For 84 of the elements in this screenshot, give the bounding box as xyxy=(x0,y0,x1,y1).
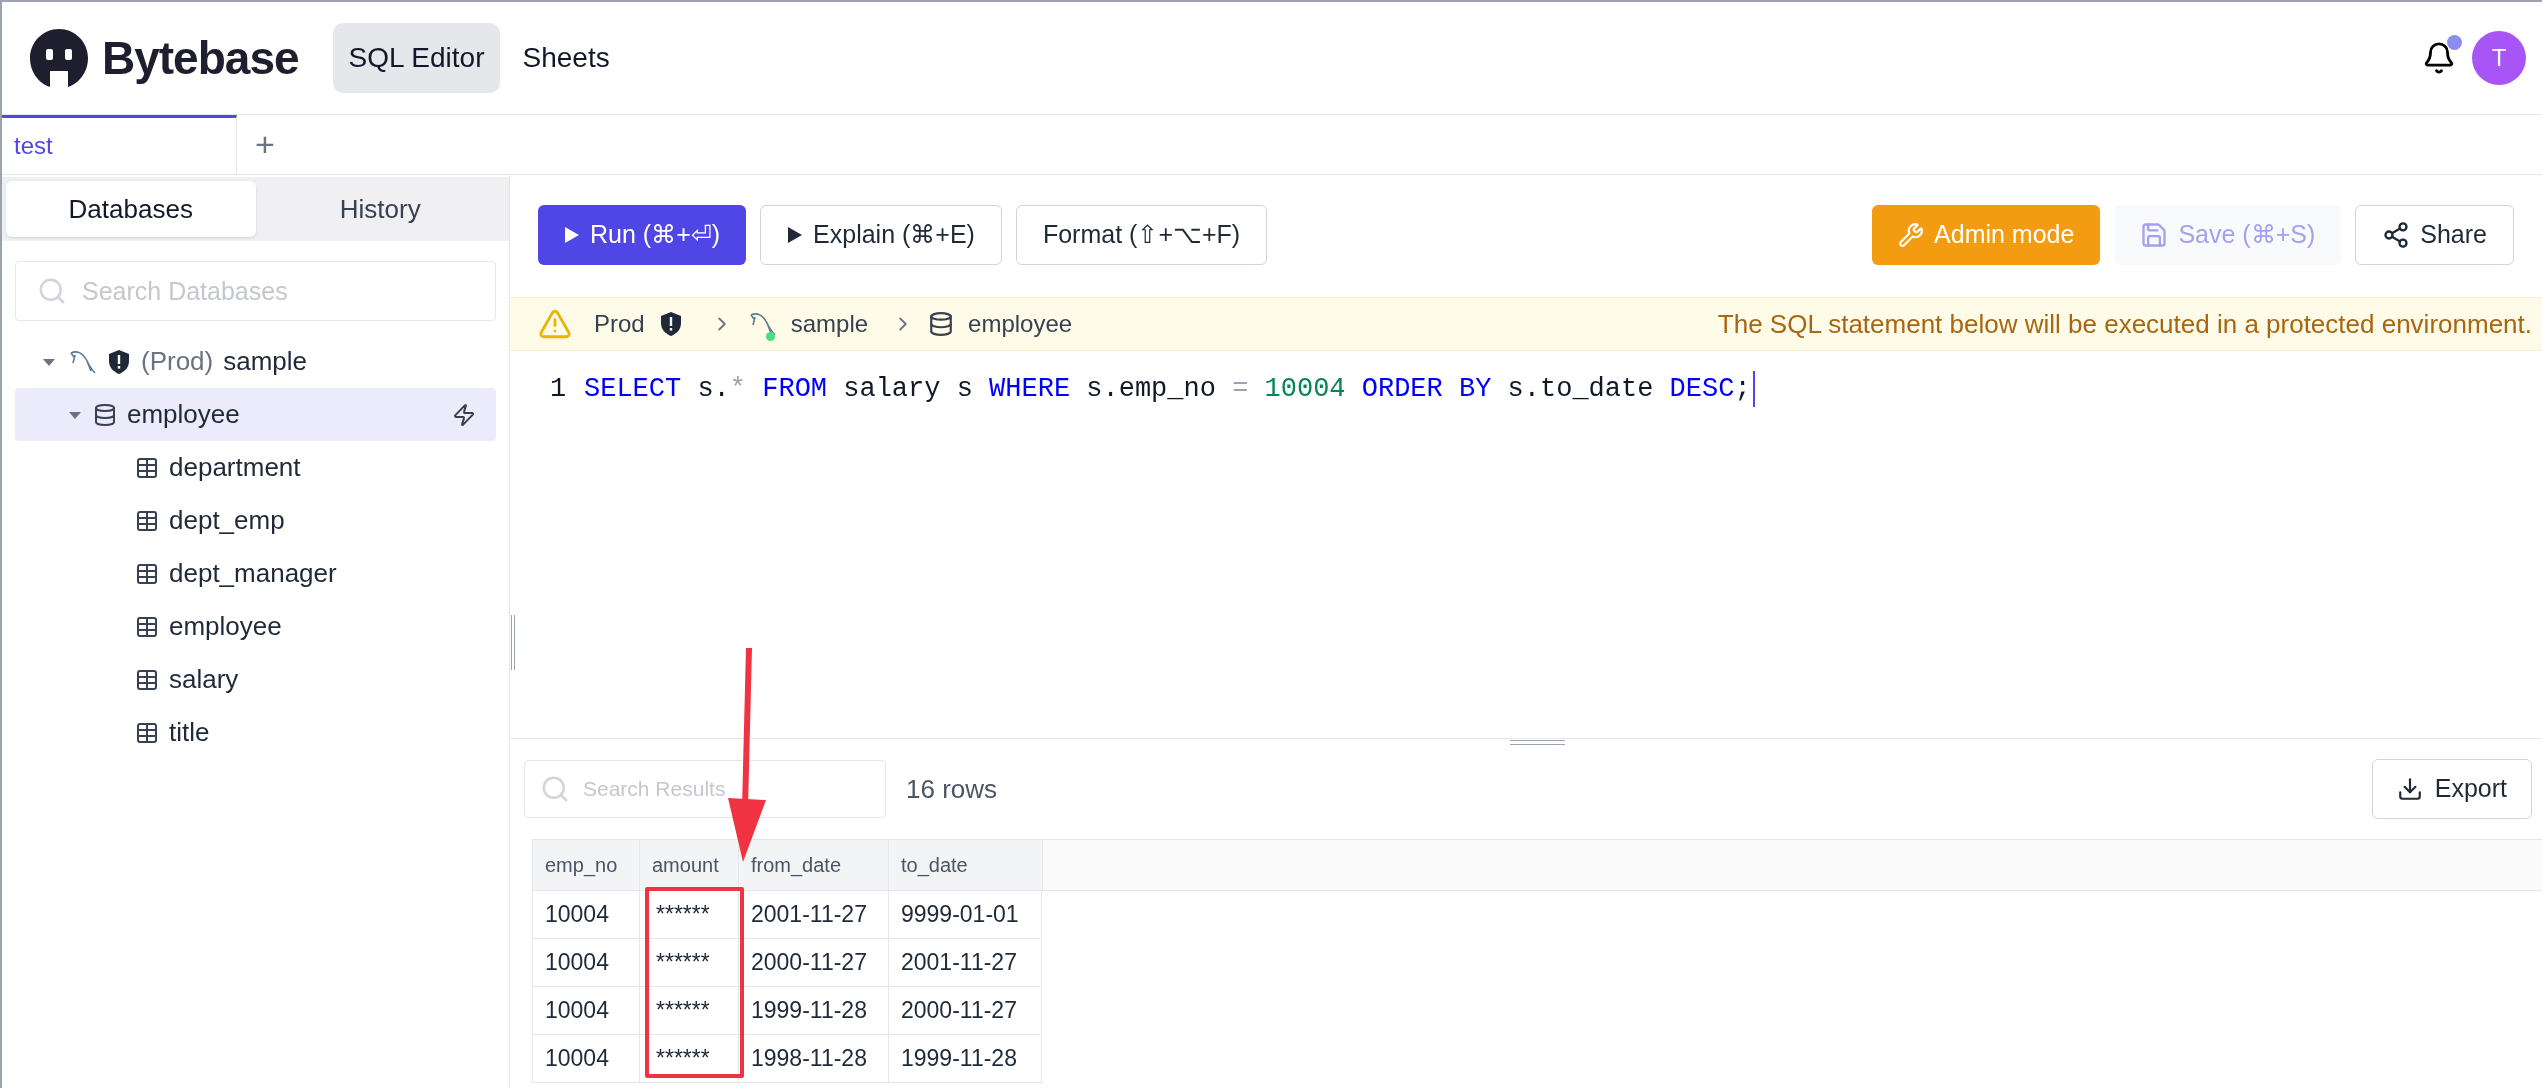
database-icon xyxy=(928,311,955,337)
table-cell: 1998-11-28 xyxy=(738,1035,888,1083)
resize-handle[interactable] xyxy=(511,615,515,670)
tree-label: dept_manager xyxy=(169,557,338,590)
run-button[interactable]: Run (⌘+⏎) xyxy=(538,205,747,265)
user-avatar[interactable]: T xyxy=(2472,31,2526,85)
table-cell: ****** xyxy=(639,1035,738,1083)
search-field[interactable]: Search Databases xyxy=(15,261,496,321)
play-icon xyxy=(564,226,580,244)
table-cell: 2000-11-27 xyxy=(888,987,1042,1035)
export-button[interactable]: Export xyxy=(2371,759,2532,819)
tree-label: salary xyxy=(169,663,240,696)
shield-icon xyxy=(107,348,131,375)
lightning-icon[interactable] xyxy=(452,402,476,427)
format-button[interactable]: Format (⇧+⌥+F) xyxy=(1015,205,1268,265)
sidebar-tab[interactable]: Databases xyxy=(6,181,256,237)
tree-label: employee xyxy=(127,398,241,431)
table-cell: 2000-11-27 xyxy=(738,939,888,987)
search-icon xyxy=(540,774,570,804)
share-icon xyxy=(2382,221,2411,249)
row-count: 16 rows xyxy=(906,772,998,806)
code-line: SELECT s.* FROM salary s WHERE s.emp_no = 10004 ORDER BY s.to_date DESC; xyxy=(584,373,1751,406)
environment-label: Prod xyxy=(594,309,645,339)
tree-label: title xyxy=(169,716,211,749)
explain-button[interactable]: Explain (⌘+E) xyxy=(760,205,1002,265)
tree-item[interactable]: dept_emp xyxy=(15,494,496,547)
tree-label: department xyxy=(169,451,302,484)
column-header: to_date xyxy=(888,840,1042,890)
database-label: employee xyxy=(968,309,1073,339)
tree-label: dept_emp xyxy=(169,504,286,537)
table-cell: 10004 xyxy=(532,987,639,1035)
table-cell: ****** xyxy=(639,939,738,987)
table-icon xyxy=(135,561,159,586)
tree-item[interactable]: salary xyxy=(15,653,496,706)
table-cell: 9999-01-01 xyxy=(888,891,1042,939)
table-cell: ****** xyxy=(639,987,738,1035)
wrench-icon xyxy=(1898,222,1925,248)
logo-icon xyxy=(28,27,90,89)
tree-label: sample xyxy=(223,345,309,378)
save-icon xyxy=(2140,221,2169,249)
tree-item[interactable]: employee xyxy=(15,388,496,441)
sidebar-tab[interactable]: History xyxy=(255,181,505,237)
text-cursor xyxy=(1752,371,1755,407)
share-button[interactable]: Share xyxy=(2355,205,2514,265)
editor-tab[interactable]: test xyxy=(2,115,237,174)
table-icon xyxy=(135,667,159,692)
table-cell: 2001-11-27 xyxy=(888,939,1042,987)
table-cell: ****** xyxy=(639,891,738,939)
nav-tab[interactable]: SQL Editor xyxy=(332,23,501,93)
table-cell: 1999-11-28 xyxy=(888,1035,1042,1083)
play-icon xyxy=(787,226,804,244)
sql-editor[interactable]: 1 SELECT s.* FROM salary s WHERE s.emp_no = 10004 ORDER BY s.to_date DESC; xyxy=(510,351,2542,739)
shield-icon xyxy=(658,311,683,337)
database-icon xyxy=(93,402,117,427)
column-header: from_date xyxy=(738,840,888,890)
warning-icon xyxy=(538,307,572,341)
column-header: emp_no xyxy=(532,840,639,890)
new-tab-button[interactable]: + xyxy=(237,115,293,174)
table-cell: 10004 xyxy=(532,1035,639,1083)
table-cell: 2001-11-27 xyxy=(738,891,888,939)
search-field[interactable]: Search Results xyxy=(524,760,886,818)
table-cell: 1999-11-28 xyxy=(738,987,888,1035)
table-cell: 10004 xyxy=(532,939,639,987)
nav-tab[interactable]: Sheets xyxy=(506,23,626,93)
logo-text: Bytebase xyxy=(102,30,299,86)
search-icon xyxy=(37,276,67,306)
table-cell: 10004 xyxy=(532,891,639,939)
column-header: amount xyxy=(639,840,738,890)
tree-item[interactable]: dept_manager xyxy=(15,547,496,600)
protected-warning: The SQL statement below will be executed in a protected environment. xyxy=(1717,307,2532,341)
table-icon xyxy=(135,508,159,533)
line-number: 1 xyxy=(550,373,568,406)
notification-bell-icon[interactable] xyxy=(2422,41,2456,75)
tree-item[interactable]: (Prod) sample xyxy=(15,335,496,388)
tree-item[interactable]: department xyxy=(15,441,496,494)
tree-item[interactable]: employee xyxy=(15,600,496,653)
tree-item[interactable]: title xyxy=(15,706,496,759)
table-icon xyxy=(135,614,159,639)
download-icon xyxy=(2396,776,2423,802)
tree-label: employee xyxy=(169,610,283,643)
environment-label: (Prod) xyxy=(141,345,214,378)
table-icon xyxy=(135,720,159,745)
instance-label: sample xyxy=(790,309,869,339)
table-icon xyxy=(135,455,159,480)
